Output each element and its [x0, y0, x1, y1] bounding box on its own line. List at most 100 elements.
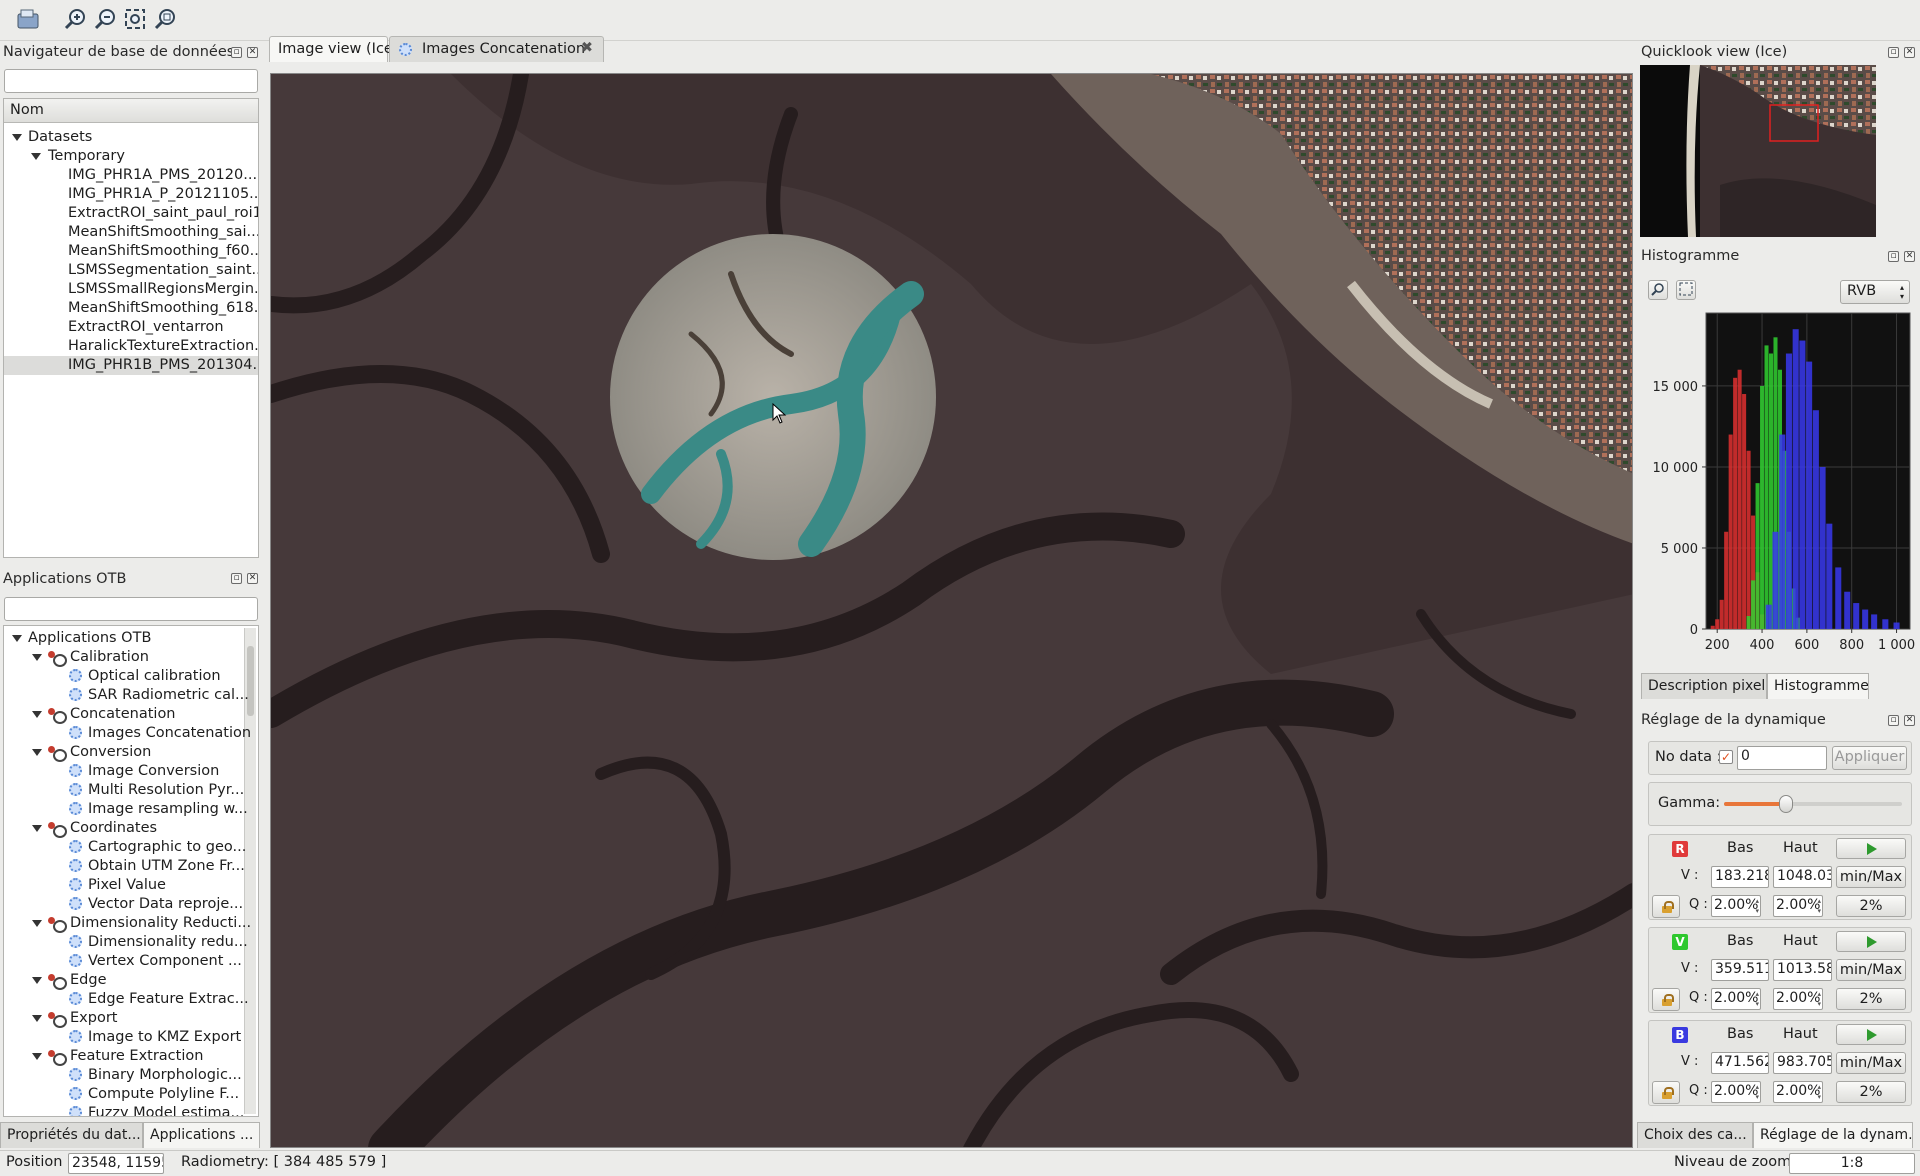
float-icon[interactable]: ▫: [231, 573, 242, 584]
database-open-icon[interactable]: [14, 5, 42, 33]
expand-arrow-icon[interactable]: [32, 1053, 42, 1060]
close-icon[interactable]: ✕: [1904, 251, 1915, 262]
gamma-slider-handle[interactable]: [1779, 795, 1794, 813]
app-item[interactable]: Dimensionality redu...: [4, 933, 248, 952]
otb-search-input[interactable]: [4, 597, 258, 621]
app-item[interactable]: Vertex Component ...: [4, 952, 242, 971]
v-low-input[interactable]: 471.562: [1711, 1052, 1769, 1074]
app-item[interactable]: Binary Morphologic...: [4, 1066, 242, 1085]
dataset-item[interactable]: HaralickTextureExtraction...: [4, 337, 258, 356]
float-icon[interactable]: ▫: [1888, 47, 1899, 58]
gamma-slider[interactable]: [1724, 795, 1902, 813]
percent-button[interactable]: 2%: [1836, 895, 1906, 917]
image-view-canvas[interactable]: [270, 73, 1633, 1148]
app-category[interactable]: Dimensionality Reducti...: [4, 914, 251, 933]
zoom-in-icon[interactable]: [61, 5, 89, 33]
v-high-input[interactable]: 983.705: [1773, 1052, 1832, 1074]
db-search-input[interactable]: [4, 69, 258, 93]
zoom-full-icon[interactable]: [151, 5, 179, 33]
app-category[interactable]: Calibration: [4, 648, 240, 667]
dataset-item[interactable]: LSMSSegmentation_saint...: [4, 261, 258, 280]
minmax-button[interactable]: min/Max: [1836, 866, 1906, 888]
tree-node-temporary[interactable]: Temporary: [4, 147, 258, 166]
expand-arrow-icon[interactable]: [12, 134, 22, 141]
app-item[interactable]: Pixel Value: [4, 876, 240, 895]
histogram-fit-button[interactable]: [1676, 280, 1696, 300]
app-item[interactable]: SAR Radiometric cal...: [4, 686, 249, 705]
lock-icon[interactable]: [1652, 1081, 1680, 1104]
channel-apply-button[interactable]: [1836, 838, 1906, 859]
tab-histogram[interactable]: Histogramme: [1767, 673, 1869, 699]
expand-arrow-icon[interactable]: [32, 825, 42, 832]
float-icon[interactable]: ▫: [231, 47, 242, 58]
app-item[interactable]: Vector Data reproje...: [4, 895, 243, 914]
app-item[interactable]: Image to KMZ Export: [4, 1028, 241, 1047]
expand-arrow-icon[interactable]: [31, 153, 41, 160]
position-value[interactable]: 23548, 11595: [68, 1153, 164, 1174]
app-item[interactable]: Optical calibration: [4, 667, 240, 686]
app-category[interactable]: Feature Extraction: [4, 1047, 240, 1066]
dataset-item[interactable]: MeanShiftSmoothing_618...: [4, 299, 258, 318]
q-low-spinbox[interactable]: 2.00%: [1711, 1081, 1761, 1103]
app-item[interactable]: Image Conversion: [4, 762, 240, 781]
app-category[interactable]: Concatenation: [4, 705, 240, 724]
q-high-spinbox[interactable]: 2.00%: [1773, 988, 1823, 1010]
histogram-zoom-button[interactable]: [1648, 280, 1668, 300]
v-high-input[interactable]: 1013.58: [1773, 959, 1832, 981]
expand-arrow-icon[interactable]: [32, 920, 42, 927]
nodata-checkbox[interactable]: ✓: [1719, 750, 1733, 764]
lock-icon[interactable]: [1652, 988, 1680, 1011]
q-low-spinbox[interactable]: 2.00%: [1711, 895, 1761, 917]
app-item[interactable]: Obtain UTM Zone Fr...: [4, 857, 245, 876]
app-item[interactable]: Compute Polyline F...: [4, 1085, 240, 1104]
app-item[interactable]: Cartographic to geo...: [4, 838, 246, 857]
dataset-item[interactable]: LSMSSmallRegionsMergin...: [4, 280, 258, 299]
q-high-spinbox[interactable]: 2.00%: [1773, 1081, 1823, 1103]
percent-button[interactable]: 2%: [1836, 988, 1906, 1010]
close-icon[interactable]: ✕: [247, 47, 258, 58]
float-icon[interactable]: ▫: [1888, 251, 1899, 262]
expand-arrow-icon[interactable]: [32, 654, 42, 661]
dataset-item[interactable]: IMG_PHR1B_PMS_201304...: [4, 356, 258, 375]
close-icon[interactable]: ✖: [581, 40, 593, 56]
expand-arrow-icon[interactable]: [12, 635, 22, 642]
nodata-input[interactable]: 0: [1737, 746, 1827, 770]
tab-images-concatenation[interactable]: Images Concatenation ✖: [389, 36, 604, 62]
app-category[interactable]: Coordinates: [4, 819, 240, 838]
dataset-item[interactable]: ExtractROI_ventarron: [4, 318, 258, 337]
tab-dynamics[interactable]: Réglage de la dynam...: [1753, 1122, 1913, 1148]
dataset-item[interactable]: MeanShiftSmoothing_f60...: [4, 242, 258, 261]
app-item[interactable]: Fuzzy Model estima...: [4, 1104, 244, 1116]
minmax-button[interactable]: min/Max: [1836, 959, 1906, 981]
dataset-item[interactable]: MeanShiftSmoothing_sai...: [4, 223, 258, 242]
tab-otb-applications[interactable]: Applications ...: [143, 1122, 260, 1148]
db-column-header[interactable]: Nom: [4, 99, 258, 123]
tab-pixel-description[interactable]: Description pixel: [1641, 673, 1767, 699]
expand-arrow-icon[interactable]: [32, 1015, 42, 1022]
tree-node-datasets[interactable]: Datasets: [4, 128, 258, 147]
expand-arrow-icon[interactable]: [32, 749, 42, 756]
quicklook-view[interactable]: [1640, 65, 1876, 237]
q-high-spinbox[interactable]: 2.00%: [1773, 895, 1823, 917]
expand-arrow-icon[interactable]: [32, 977, 42, 984]
dataset-item[interactable]: IMG_PHR1A_PMS_20120...: [4, 166, 258, 185]
app-item[interactable]: Edge Feature Extrac...: [4, 990, 249, 1009]
zoom-out-icon[interactable]: [91, 5, 119, 33]
float-icon[interactable]: ▫: [1888, 715, 1899, 726]
tree-node-otb-root[interactable]: Applications OTB: [4, 629, 240, 648]
v-low-input[interactable]: 359.511: [1711, 959, 1769, 981]
channel-apply-button[interactable]: [1836, 931, 1906, 952]
tab-dataset-properties[interactable]: Propriétés du dat...: [0, 1122, 143, 1148]
zoom-extent-icon[interactable]: [121, 5, 149, 33]
q-low-spinbox[interactable]: 2.00%: [1711, 988, 1761, 1010]
zoom-level-value[interactable]: 1:8: [1789, 1153, 1915, 1174]
apply-button[interactable]: Appliquer: [1832, 746, 1907, 770]
app-item[interactable]: Image resampling w...: [4, 800, 248, 819]
dataset-item[interactable]: ExtractROI_saint_paul_roi1: [4, 204, 258, 223]
expand-arrow-icon[interactable]: [32, 711, 42, 718]
v-low-input[interactable]: 183.218: [1711, 866, 1769, 888]
scrollbar-thumb[interactable]: [247, 646, 254, 716]
close-icon[interactable]: ✕: [1904, 47, 1915, 58]
app-item[interactable]: Images Concatenation: [4, 724, 251, 743]
v-high-input[interactable]: 1048.03: [1773, 866, 1832, 888]
